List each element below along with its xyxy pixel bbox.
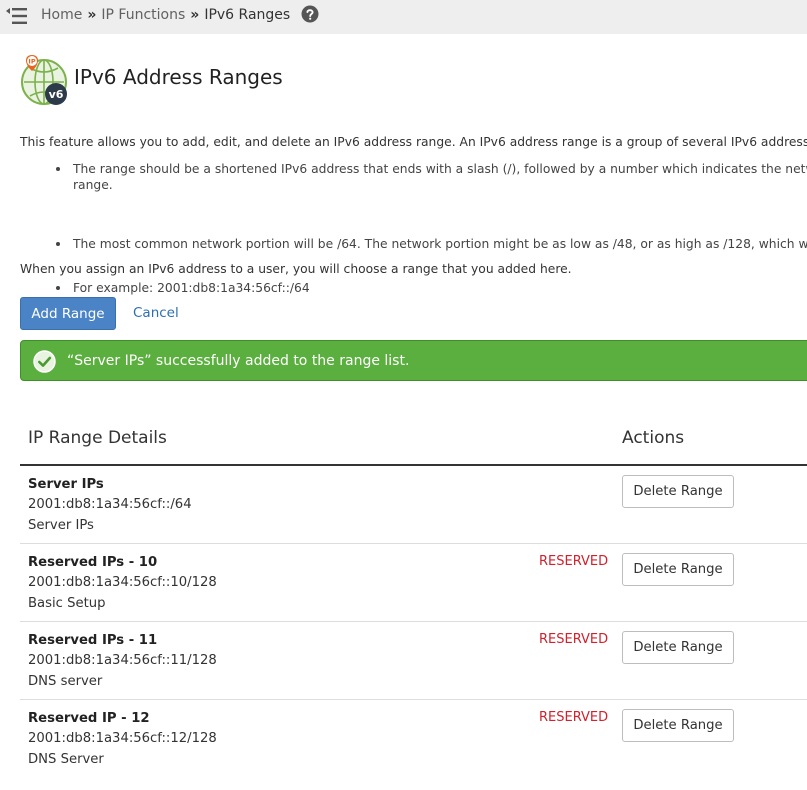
delete-range-button[interactable]: Delete Range	[622, 631, 734, 664]
guideline-item: The range should be a shortened IPv6 add…	[56, 161, 807, 193]
add-range-button[interactable]: Add Range	[20, 297, 116, 330]
breadcrumb-home[interactable]: Home	[41, 7, 82, 23]
range-address: 2001:db8:1a34:56cf::/64	[28, 497, 192, 512]
breadcrumb-separator: »	[190, 7, 200, 23]
question-circle-icon[interactable]	[301, 5, 319, 23]
range-address: 2001:db8:1a34:56cf::10/128	[28, 575, 217, 590]
delete-range-button[interactable]: Delete Range	[622, 475, 734, 508]
breadcrumb-current: IPv6 Ranges	[204, 7, 291, 23]
table-row: Reserved IP - 12 2001:db8:1a34:56cf::12/…	[20, 700, 807, 778]
range-name: Reserved IP - 12	[28, 711, 150, 726]
success-alert: “Server IPs” successfully added to the r…	[20, 340, 807, 381]
range-description: Server IPs	[28, 518, 94, 533]
column-header-actions: Actions	[622, 428, 685, 448]
guideline-item: The most common network portion will be …	[56, 236, 807, 252]
svg-text:IP: IP	[28, 58, 35, 66]
assign-text: When you assign an IPv6 address to a use…	[20, 262, 572, 276]
range-name: Reserved IPs - 10	[28, 555, 158, 570]
cancel-link[interactable]: Cancel	[133, 305, 179, 321]
column-header-details: IP Range Details	[28, 428, 167, 448]
breadcrumb: Home» IP Functions» IPv6 Ranges	[41, 5, 319, 24]
svg-text:v6: v6	[49, 88, 64, 101]
status-badge: RESERVED	[539, 632, 609, 647]
guideline-text: range.	[73, 178, 113, 192]
range-name: Server IPs	[28, 477, 104, 492]
guideline-list: The range should be a shortened IPv6 add…	[56, 161, 807, 295]
table-row: Reserved IPs - 11 2001:db8:1a34:56cf::11…	[20, 622, 807, 700]
range-name: Reserved IPs - 11	[28, 633, 158, 648]
collapse-menu-icon[interactable]	[6, 7, 28, 25]
range-description: Basic Setup	[28, 596, 106, 611]
top-bar: Home» IP Functions» IPv6 Ranges	[0, 0, 807, 34]
intro-text: This feature allows you to add, edit, an…	[20, 135, 807, 149]
guideline-text: The most common network portion will be …	[73, 237, 807, 251]
table-row: Reserved IPs - 10 2001:db8:1a34:56cf::10…	[20, 544, 807, 622]
guideline-text: For example: 2001:db8:1a34:56cf::/64	[73, 281, 310, 295]
check-circle-icon	[33, 350, 56, 373]
alert-message: “Server IPs” successfully added to the r…	[67, 353, 410, 369]
breadcrumb-separator: »	[87, 7, 97, 23]
delete-range-button[interactable]: Delete Range	[622, 553, 734, 586]
guideline-item: For example: 2001:db8:1a34:56cf::/64	[56, 280, 807, 296]
delete-range-button[interactable]: Delete Range	[622, 709, 734, 742]
page-title: IPv6 Address Ranges	[74, 65, 283, 89]
range-description: DNS server	[28, 674, 103, 689]
ipv6-globe-icon: IP v6	[21, 55, 67, 105]
guideline-text: The range should be a shortened IPv6 add…	[73, 162, 807, 176]
table-row: Server IPs 2001:db8:1a34:56cf::/64 Serve…	[20, 466, 807, 544]
range-address: 2001:db8:1a34:56cf::11/128	[28, 653, 217, 668]
range-description: DNS Server	[28, 752, 104, 767]
range-address: 2001:db8:1a34:56cf::12/128	[28, 731, 217, 746]
breadcrumb-ip-functions[interactable]: IP Functions	[101, 7, 185, 23]
status-badge: RESERVED	[539, 554, 609, 569]
status-badge: RESERVED	[539, 710, 609, 725]
